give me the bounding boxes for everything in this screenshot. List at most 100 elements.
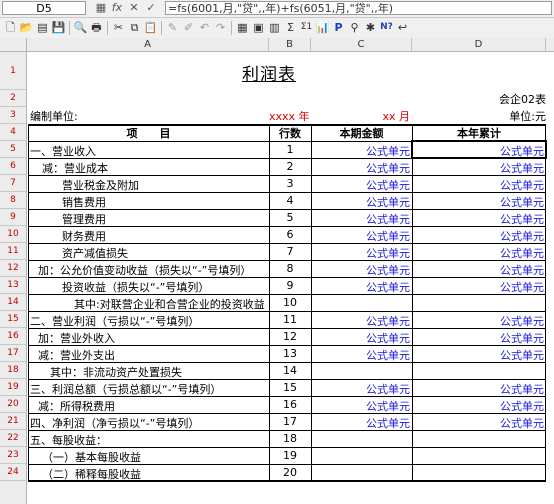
row-header-18[interactable]: 18	[0, 362, 26, 379]
ytd-amount-cell[interactable]: 公式单元	[412, 228, 544, 244]
row-header-16[interactable]: 16	[0, 328, 26, 345]
ytd-amount-cell[interactable]: 公式单元	[412, 313, 544, 329]
row-header-1[interactable]: 1	[0, 52, 26, 90]
current-amount-cell[interactable]: 公式单元	[311, 313, 410, 329]
help-icon[interactable]: N?	[379, 20, 394, 35]
chart-icon[interactable]: 📊	[315, 20, 330, 35]
p-icon[interactable]: P	[331, 20, 346, 35]
function-button[interactable]: fx	[110, 1, 124, 15]
row-header-3[interactable]: 3	[0, 107, 26, 124]
open-folder-icon[interactable]: 📂	[19, 20, 34, 35]
row-header-6[interactable]: 6	[0, 158, 26, 175]
row-header-13[interactable]: 13	[0, 277, 26, 294]
row-header-8[interactable]: 8	[0, 192, 26, 209]
column-header-b[interactable]: B	[269, 38, 311, 51]
current-amount-cell[interactable]: 公式单元	[311, 398, 410, 414]
year-field[interactable]: xxxx 年	[269, 108, 311, 124]
row-border	[28, 430, 546, 431]
row-header-4[interactable]: 4	[0, 124, 26, 141]
current-amount-cell[interactable]: 公式单元	[311, 177, 410, 193]
column-header-a[interactable]: A	[27, 38, 269, 51]
current-amount-cell[interactable]: 公式单元	[311, 415, 410, 431]
row-header-14[interactable]: 14	[0, 294, 26, 311]
column-header-d[interactable]: D	[412, 38, 546, 51]
cut-icon[interactable]: ✂	[111, 20, 126, 35]
insert-row-icon[interactable]: ▥	[267, 20, 282, 35]
brush-icon[interactable]: ✐	[181, 20, 196, 35]
selected-cell[interactable]	[411, 140, 547, 159]
current-amount-cell[interactable]: 公式单元	[311, 262, 410, 278]
row-item-label: 五、每股收益：	[30, 434, 107, 447]
confirm-formula-button[interactable]: ✓	[144, 1, 158, 15]
tools-icon[interactable]: ✱	[363, 20, 378, 35]
row-header-19[interactable]: 19	[0, 379, 26, 396]
row-header-17[interactable]: 17	[0, 345, 26, 362]
month-field[interactable]: xx 月	[311, 108, 410, 124]
ytd-amount-cell[interactable]: 公式单元	[412, 262, 544, 278]
row-header-7[interactable]: 7	[0, 175, 26, 192]
print-preview-icon[interactable]: 🔍	[73, 20, 88, 35]
row-header-24[interactable]: 24	[0, 464, 26, 481]
row-header-10[interactable]: 10	[0, 226, 26, 243]
spreadsheet-grid: A B C D 1 2 3 4 5 6 7 8 9 10 11 12 13 14…	[0, 38, 554, 504]
formula-input[interactable]: =fs(6001,月,"贷",,年)+fs(6051,月,"贷",,年)	[165, 1, 552, 15]
ytd-amount-cell[interactable]: 公式单元	[412, 398, 544, 414]
ytd-amount-cell[interactable]: 公式单元	[412, 279, 544, 295]
ytd-amount-cell[interactable]: 公式单元	[412, 415, 544, 431]
row-header-9[interactable]: 9	[0, 209, 26, 226]
row-header-12[interactable]: 12	[0, 260, 26, 277]
row-border	[28, 447, 546, 448]
format-table-icon[interactable]: ▣	[251, 20, 266, 35]
redo-icon[interactable]: ↷	[213, 20, 228, 35]
current-amount-cell[interactable]: 公式单元	[311, 228, 410, 244]
row-border	[28, 379, 546, 380]
pen-icon[interactable]: ✎	[165, 20, 180, 35]
insert-table-icon[interactable]: ▦	[235, 20, 250, 35]
row-header-20[interactable]: 20	[0, 396, 26, 413]
toolbar-separator	[231, 21, 232, 35]
current-amount-cell[interactable]: 公式单元	[311, 330, 410, 346]
open-icon[interactable]: ▤	[35, 20, 50, 35]
row-header-5[interactable]: 5	[0, 141, 26, 158]
row-header-2[interactable]: 2	[0, 90, 26, 107]
copy-icon[interactable]: ⧉	[127, 20, 142, 35]
toolbar-separator	[161, 21, 162, 35]
current-amount-cell[interactable]: 公式单元	[311, 194, 410, 210]
current-amount-cell[interactable]: 公式单元	[311, 381, 410, 397]
ytd-amount-cell[interactable]: 公式单元	[412, 330, 544, 346]
current-amount-cell[interactable]: 公式单元	[311, 211, 410, 227]
ytd-amount-cell[interactable]: 公式单元	[412, 160, 544, 176]
print-icon[interactable]: 🖶	[89, 20, 104, 35]
row-header-15[interactable]: 15	[0, 311, 26, 328]
save-icon[interactable]: 💾	[51, 20, 66, 35]
filter-icon[interactable]: ⚲	[347, 20, 362, 35]
ytd-amount-cell[interactable]: 公式单元	[412, 211, 544, 227]
new-file-icon[interactable]: 🗋	[3, 20, 18, 35]
return-icon[interactable]: ↩	[395, 20, 410, 35]
row-item-label: 管理费用	[62, 213, 106, 226]
current-amount-cell[interactable]: 公式单元	[311, 160, 410, 176]
row-header-22[interactable]: 22	[0, 430, 26, 447]
current-amount-cell[interactable]: 公式单元	[311, 245, 410, 261]
cell-reference-box[interactable]: D5	[2, 1, 86, 15]
ytd-amount-cell[interactable]: 公式单元	[412, 194, 544, 210]
current-amount-cell[interactable]: 公式单元	[311, 279, 410, 295]
row-header-11[interactable]: 11	[0, 243, 26, 260]
ytd-amount-cell[interactable]: 公式单元	[412, 245, 544, 261]
grid-icon[interactable]: ▦	[94, 1, 108, 15]
select-all-corner[interactable]	[0, 38, 27, 51]
ytd-amount-cell[interactable]: 公式单元	[412, 177, 544, 193]
current-amount-cell[interactable]: 公式单元	[311, 143, 410, 159]
column-header-c[interactable]: C	[311, 38, 412, 51]
sum-icon[interactable]: Σ1	[299, 20, 314, 35]
row-header-23[interactable]: 23	[0, 447, 26, 464]
ytd-amount-cell[interactable]: 公式单元	[412, 347, 544, 363]
row-header-21[interactable]: 21	[0, 413, 26, 430]
report-title: 利润表	[242, 65, 296, 85]
current-amount-cell[interactable]: 公式单元	[311, 347, 410, 363]
paste-icon[interactable]: 📋	[143, 20, 158, 35]
ytd-amount-cell[interactable]: 公式单元	[412, 381, 544, 397]
cancel-formula-button[interactable]: ✕	[127, 1, 141, 15]
undo-icon[interactable]: ↶	[197, 20, 212, 35]
sigma-icon[interactable]: Σ	[283, 20, 298, 35]
